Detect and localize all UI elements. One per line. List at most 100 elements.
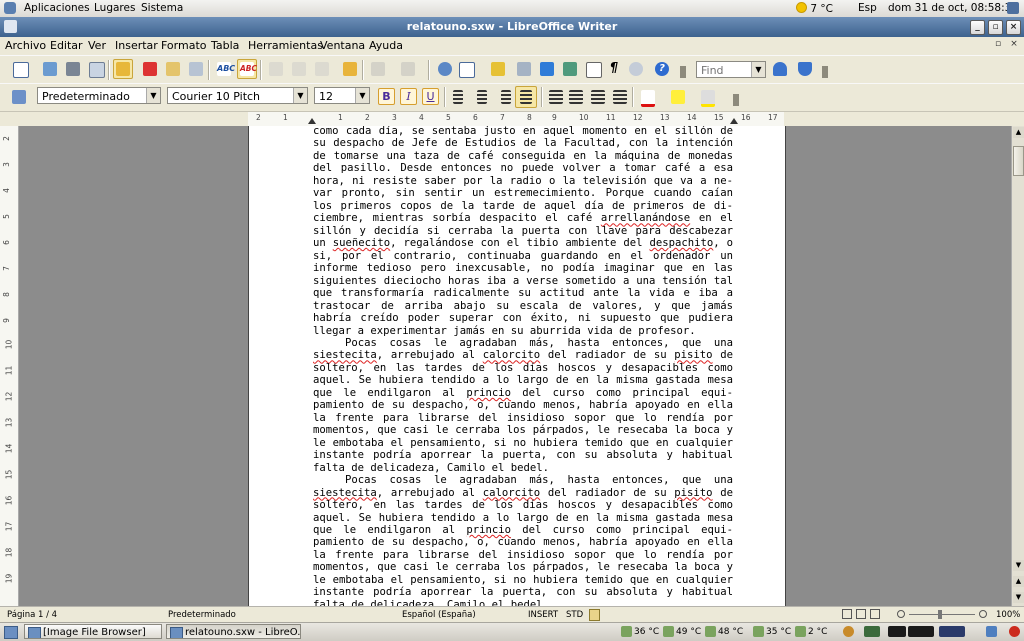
edit-mode-icon[interactable] <box>113 59 133 79</box>
left-indent-marker-icon[interactable] <box>308 118 316 124</box>
taskbar-item-image-browser[interactable]: [Image File Browser] <box>24 624 162 639</box>
menu-ventana[interactable]: Ventana <box>320 39 365 52</box>
single-page-view-icon[interactable] <box>842 609 852 619</box>
misspelled-word[interactable]: calorcito <box>483 487 540 499</box>
paragraph-style-dropdown-icon[interactable]: ▼ <box>146 88 160 103</box>
misspelled-word[interactable]: sueñecito <box>333 237 390 249</box>
minimize-button[interactable]: _ <box>970 20 985 35</box>
book-view-icon[interactable] <box>870 609 880 619</box>
redo-icon[interactable] <box>398 59 418 79</box>
highlighting-icon[interactable] <box>668 87 688 107</box>
document-page[interactable]: como cada día, se sentaba justo en aquel… <box>248 126 786 606</box>
find-combo[interactable]: ▼ <box>696 61 766 78</box>
misspelled-word[interactable]: pisito <box>674 487 712 499</box>
doc-close-icon[interactable]: ▫ <box>992 38 1004 50</box>
align-left-icon[interactable] <box>450 87 470 107</box>
zoom-icon[interactable] <box>626 59 646 79</box>
sensor-icon[interactable] <box>663 626 674 637</box>
draw-functions-icon[interactable] <box>488 59 508 79</box>
navigator-icon[interactable] <box>537 59 557 79</box>
sensor-icon[interactable] <box>753 626 764 637</box>
zoom-slider-thumb[interactable] <box>938 610 942 619</box>
language-indicator[interactable]: Español (España) <box>402 610 476 620</box>
weather-applet[interactable]: 7 °C <box>796 2 833 15</box>
vertical-scrollbar[interactable]: ▲ ▼ ▲ ▼ <box>1011 126 1024 606</box>
cut-icon[interactable] <box>266 59 286 79</box>
window-menu-icon[interactable] <box>4 20 17 33</box>
misspelled-word[interactable]: siestecita <box>313 349 377 361</box>
font-size-combo[interactable]: 12 ▼ <box>314 87 370 104</box>
font-name-combo[interactable]: Courier 10 Pitch ▼ <box>167 87 308 104</box>
save-icon[interactable] <box>63 59 83 79</box>
power-icon[interactable] <box>1009 626 1020 637</box>
menu-archivo[interactable]: Archivo <box>5 39 46 52</box>
misspelled-word[interactable]: pisito <box>674 349 712 361</box>
panel-clock[interactable]: dom 31 de oct, 08:58:34 <box>888 2 1018 14</box>
right-indent-marker-icon[interactable] <box>730 118 738 124</box>
open-folder-icon[interactable] <box>40 59 60 79</box>
paragraph-style-combo[interactable]: Predeterminado ▼ <box>37 87 161 104</box>
email-icon[interactable] <box>86 59 106 79</box>
undo-icon[interactable] <box>368 59 388 79</box>
misspelled-word[interactable]: princio <box>466 387 511 399</box>
scroll-up-icon[interactable]: ▲ <box>1013 127 1024 138</box>
misspelled-word[interactable]: calorcito <box>483 349 540 361</box>
print-preview-icon[interactable] <box>186 59 206 79</box>
italic-button[interactable]: I <box>400 88 417 105</box>
justify-icon[interactable] <box>515 86 537 108</box>
misspelled-word[interactable]: despachito <box>649 237 713 249</box>
font-color-icon[interactable] <box>638 87 658 107</box>
numbering-icon[interactable] <box>546 87 566 107</box>
next-page-icon[interactable]: ▼ <box>1013 592 1024 603</box>
misspelled-word[interactable]: princio <box>466 524 511 536</box>
formatting-marks-icon[interactable]: ¶ <box>604 59 624 79</box>
print-icon[interactable] <box>163 59 183 79</box>
sensor-icon[interactable] <box>705 626 716 637</box>
copy-icon[interactable] <box>289 59 309 79</box>
network-graph-icon[interactable] <box>939 626 965 637</box>
hyperlink-icon[interactable] <box>435 59 455 79</box>
font-name-dropdown-icon[interactable]: ▼ <box>293 88 307 103</box>
zoom-out-icon[interactable] <box>897 610 905 618</box>
find-dropdown-icon[interactable]: ▼ <box>751 62 765 77</box>
panel-menu-applications[interactable]: Aplicaciones <box>24 2 90 14</box>
find-input[interactable] <box>701 64 751 77</box>
help-icon[interactable]: ? <box>652 59 672 79</box>
spellcheck-icon[interactable]: ABC <box>214 59 235 79</box>
menu-ayuda[interactable]: Ayuda <box>369 39 403 52</box>
multi-page-view-icon[interactable] <box>856 609 866 619</box>
shutdown-icon[interactable] <box>1007 2 1019 14</box>
system-monitor-icon[interactable] <box>864 626 880 637</box>
zoom-slider[interactable] <box>909 614 975 615</box>
previous-page-icon[interactable]: ▲ <box>1013 576 1024 587</box>
taskbar-item-writer[interactable]: relatouno.sxw - LibreO... <box>166 624 301 639</box>
doc-close-button[interactable]: × <box>1008 38 1020 50</box>
sensor-icon[interactable] <box>795 626 806 637</box>
panel-menu-places[interactable]: Lugares <box>94 2 135 14</box>
gallery-icon[interactable] <box>560 59 580 79</box>
clone-format-icon[interactable] <box>340 59 360 79</box>
selection-mode[interactable]: STD <box>566 610 583 620</box>
font-size-dropdown-icon[interactable]: ▼ <box>355 88 369 103</box>
menu-formato[interactable]: Formato <box>161 39 207 52</box>
new-document-icon[interactable] <box>10 59 30 79</box>
horizontal-ruler[interactable]: 2 1 1 2 3 4 5 6 7 8 9 10 11 12 13 14 15 … <box>248 111 784 127</box>
paste-icon[interactable] <box>312 59 332 79</box>
gnome-foot-icon[interactable] <box>4 2 16 14</box>
align-center-icon[interactable] <box>472 87 492 107</box>
table-icon[interactable] <box>456 59 476 79</box>
decrease-indent-icon[interactable] <box>588 87 608 107</box>
styles-icon[interactable] <box>9 87 29 107</box>
background-color-icon[interactable] <box>698 87 718 107</box>
show-desktop-icon[interactable] <box>4 626 18 639</box>
zoom-in-icon[interactable] <box>979 610 987 618</box>
window-titlebar[interactable]: relatouno.sxw - LibreOffice Writer _ ▫ × <box>0 17 1024 37</box>
toolbar-overflow-icon[interactable] <box>680 66 686 78</box>
align-right-icon[interactable] <box>494 87 514 107</box>
underline-button[interactable]: U <box>422 88 439 105</box>
document-text[interactable]: como cada día, se sentaba justo en aquel… <box>313 126 733 606</box>
export-pdf-icon[interactable] <box>140 59 160 79</box>
find-previous-icon[interactable] <box>795 59 815 79</box>
menu-ver[interactable]: Ver <box>88 39 106 52</box>
network-icon[interactable] <box>843 626 854 637</box>
